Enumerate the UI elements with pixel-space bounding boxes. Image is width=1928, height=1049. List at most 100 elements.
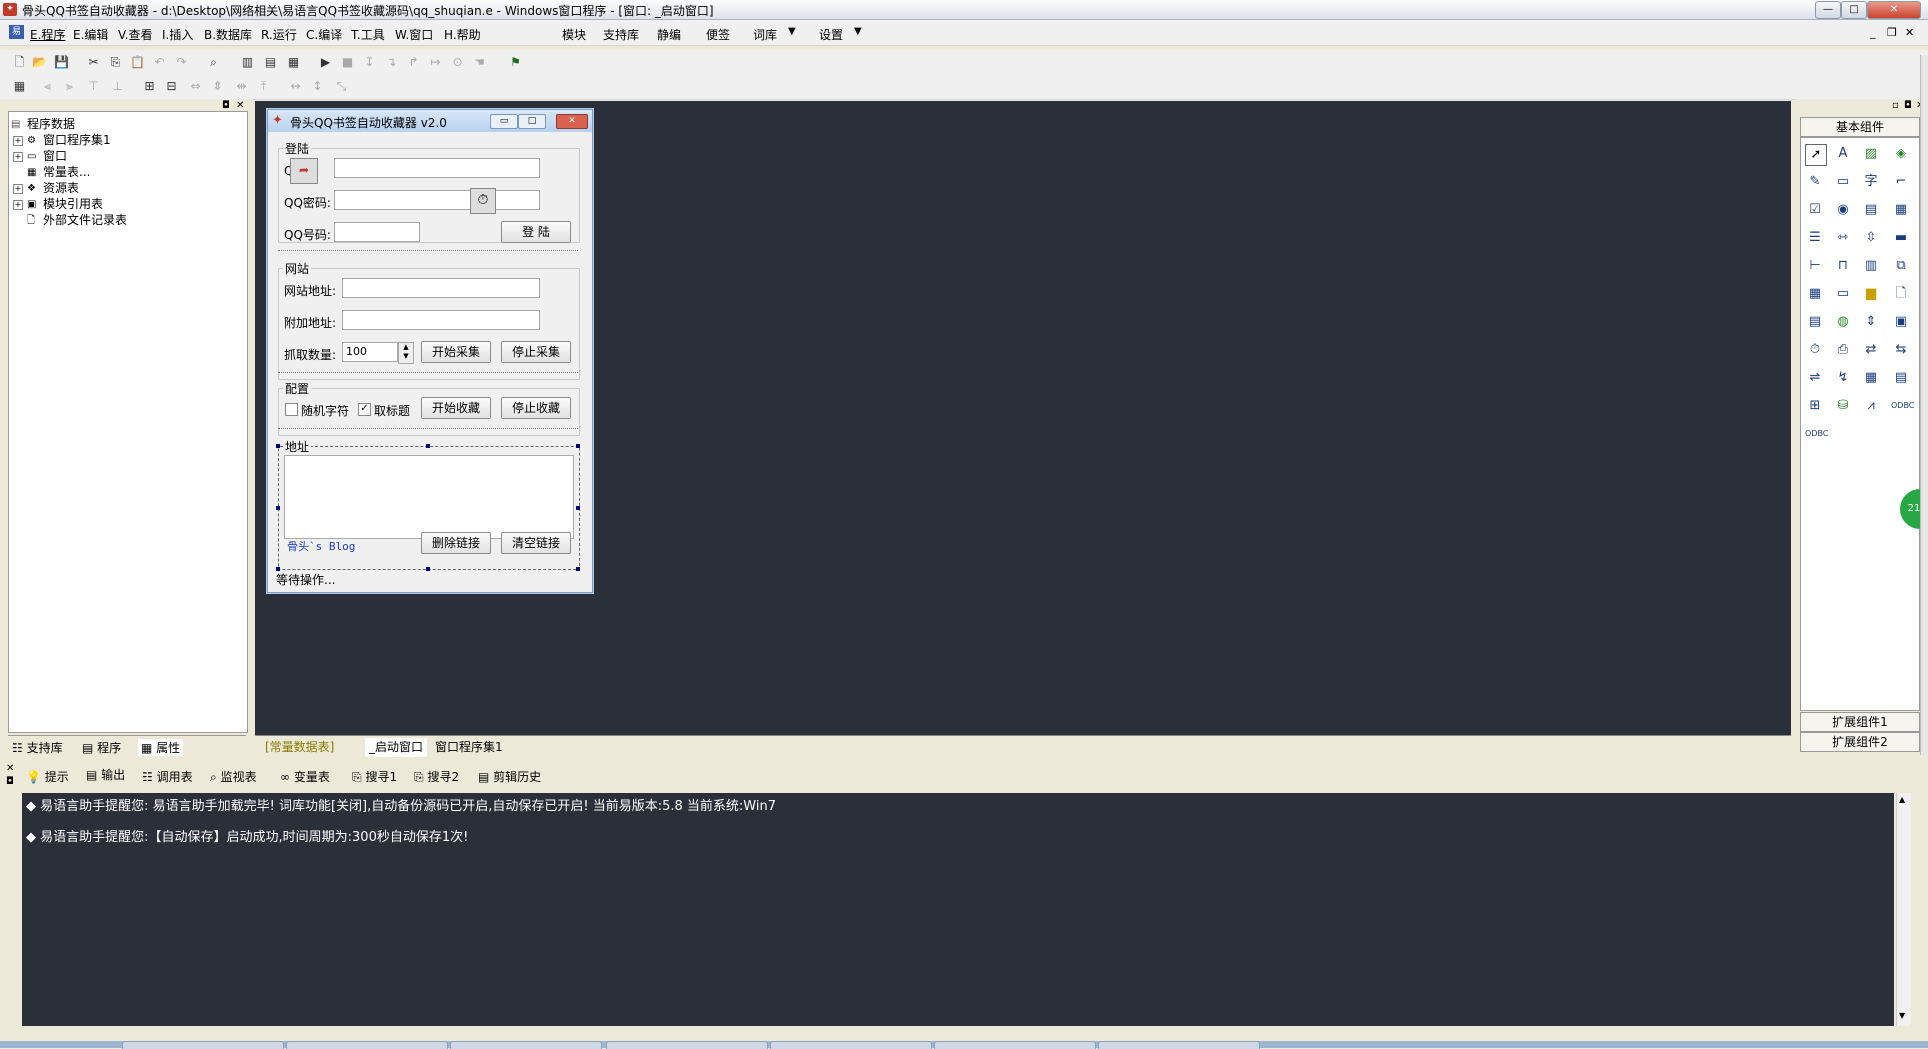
stop-collect-button[interactable]: 停止采集 bbox=[501, 341, 571, 363]
mdi-close-icon[interactable]: ✕ bbox=[1905, 26, 1914, 39]
undo-icon[interactable]: ↶ bbox=[152, 55, 167, 70]
tab-search2[interactable]: ⎘ 搜寻2 bbox=[414, 768, 459, 785]
close-button[interactable]: ✕ bbox=[1867, 1, 1921, 19]
size-both-icon[interactable]: ⤡ bbox=[334, 79, 349, 94]
grid-icon[interactable]: ▦ bbox=[12, 79, 27, 94]
scroll-up-icon[interactable]: ▲ bbox=[1899, 795, 1905, 804]
mdi-restore-icon[interactable]: ❐ bbox=[1887, 26, 1897, 39]
copy-icon[interactable]: ⎘ bbox=[108, 55, 123, 70]
layout-1-icon[interactable]: ▥ bbox=[240, 55, 255, 70]
list-icon[interactable]: ☰ bbox=[1805, 228, 1825, 248]
tree-item-resources[interactable]: + ❖ 资源表 bbox=[13, 179, 79, 196]
save-icon[interactable]: 💾 bbox=[54, 55, 69, 70]
database-icon[interactable]: ⛁ bbox=[1833, 396, 1853, 416]
count-input[interactable]: 100 bbox=[342, 342, 398, 362]
align-right-icon[interactable]: ⫸ bbox=[62, 79, 77, 94]
run-icon[interactable]: ▶ bbox=[318, 55, 333, 70]
common-dialog-icon[interactable]: ▣ bbox=[1891, 312, 1911, 332]
drive-box-icon[interactable]: ▭ bbox=[1833, 284, 1853, 304]
tab-support-lib[interactable]: ☷ 支持库 bbox=[12, 739, 63, 756]
restore-icon[interactable]: ◘ bbox=[1904, 100, 1912, 111]
hscroll-icon[interactable]: ⇿ bbox=[1833, 228, 1853, 248]
tab-clip-history[interactable]: ▤ 剪辑历史 bbox=[478, 768, 541, 785]
tab-properties[interactable]: ▦ 属性 bbox=[138, 739, 184, 756]
mdi-minimize-icon[interactable]: _ bbox=[1870, 26, 1876, 39]
edit-box-icon[interactable]: ⌐ bbox=[1891, 172, 1911, 192]
start-collect-button[interactable]: 开始采集 bbox=[421, 341, 491, 363]
menu-static-compile[interactable]: 静编 bbox=[657, 26, 681, 43]
menu-module[interactable]: 模块 bbox=[562, 26, 586, 43]
menu-lexicon[interactable]: 词库 bbox=[753, 26, 777, 43]
tab-start-window[interactable]: _启动窗口 bbox=[365, 738, 428, 757]
group-box-icon[interactable]: ▭ bbox=[1833, 172, 1853, 192]
center-h-icon[interactable]: ⊞ bbox=[142, 79, 157, 94]
toolbar-icon[interactable]: ▥ bbox=[1861, 256, 1881, 276]
pin-icon[interactable]: ◘ bbox=[6, 776, 14, 787]
step-into-icon[interactable]: ↧ bbox=[362, 55, 377, 70]
form-minimize-icon[interactable]: ▭ bbox=[490, 114, 518, 129]
data-source-icon[interactable]: ⇄ bbox=[1861, 340, 1881, 360]
port-icon[interactable]: ⊞ bbox=[1805, 396, 1825, 416]
tab-output[interactable]: ▤ 输出 bbox=[86, 766, 125, 783]
resize-handle[interactable] bbox=[276, 444, 280, 448]
menu-edit[interactable]: E.编辑 bbox=[73, 26, 108, 43]
tab-program[interactable]: ▤ 程序 bbox=[82, 739, 121, 756]
timer-icon[interactable]: ⏱ bbox=[470, 188, 496, 214]
tab-control-icon[interactable]: ⊓ bbox=[1833, 256, 1853, 276]
plugin-icon[interactable]: ⚑ bbox=[508, 55, 523, 70]
random-char-checkbox[interactable] bbox=[285, 403, 298, 416]
delete-link-button[interactable]: 删除链接 bbox=[421, 532, 491, 554]
menu-run[interactable]: R.运行 bbox=[261, 26, 297, 43]
maximize-button[interactable]: □ bbox=[1841, 1, 1867, 19]
tab-constants[interactable]: [常量数据表] bbox=[265, 738, 334, 755]
resize-handle[interactable] bbox=[576, 444, 580, 448]
doc-icon[interactable]: 易 bbox=[9, 25, 24, 39]
tab-window-assembly[interactable]: 窗口程序集1 bbox=[435, 738, 503, 755]
tree-item-modules[interactable]: + ▣ 模块引用表 bbox=[13, 195, 103, 212]
draw-box-icon[interactable]: ✎ bbox=[1805, 172, 1825, 192]
breakpoint-icon[interactable]: ⊙ bbox=[450, 55, 465, 70]
shape-icon[interactable]: ◈ bbox=[1891, 144, 1911, 164]
layout-3-icon[interactable]: ▦ bbox=[286, 55, 301, 70]
combo-icon[interactable]: ▦ bbox=[1891, 200, 1911, 220]
panel-close-icon[interactable]: ✕ bbox=[236, 100, 244, 111]
expand-icon[interactable]: + bbox=[13, 183, 23, 194]
size-w-icon[interactable]: ↔ bbox=[288, 79, 303, 94]
resize-handle[interactable] bbox=[426, 567, 430, 571]
menu-insert[interactable]: I.插入 bbox=[162, 26, 193, 43]
resize-handle[interactable] bbox=[426, 444, 430, 448]
tab-variables[interactable]: ∞ 变量表 bbox=[280, 768, 330, 785]
align-left-icon[interactable]: ⫷ bbox=[40, 79, 55, 94]
tree-root[interactable]: ▤ 程序数据 bbox=[11, 115, 75, 132]
menu-support-lib[interactable]: 支持库 bbox=[603, 26, 639, 43]
chevron-down-icon[interactable]: ▼ bbox=[854, 26, 862, 37]
url-input[interactable] bbox=[342, 278, 540, 298]
tab-call-stack[interactable]: ☷ 调用表 bbox=[142, 768, 193, 785]
resize-handle[interactable] bbox=[576, 567, 580, 571]
align-bottom-icon[interactable]: ⊥ bbox=[110, 79, 125, 94]
menu-note[interactable]: 便签 bbox=[706, 26, 730, 43]
menu-window[interactable]: W.窗口 bbox=[395, 26, 433, 43]
redo-icon[interactable]: ↷ bbox=[174, 55, 189, 70]
tree-icon[interactable]: ⧉ bbox=[1891, 256, 1911, 276]
qq-input[interactable] bbox=[334, 158, 540, 178]
run-to-cursor-icon[interactable]: ↦ bbox=[428, 55, 443, 70]
new-file-icon[interactable]: 🗋 bbox=[12, 55, 27, 70]
tree-item-external-files[interactable]: 🗋 外部文件记录表 bbox=[27, 211, 127, 228]
label-icon[interactable]: A bbox=[1833, 144, 1853, 164]
menu-view[interactable]: V.查看 bbox=[118, 26, 152, 43]
tree-item-constants[interactable]: ▦ 常量表... bbox=[27, 163, 90, 180]
space-v-icon[interactable]: ⤒ bbox=[256, 79, 271, 94]
hand-icon[interactable]: ☚ bbox=[472, 55, 487, 70]
captcha-image-icon[interactable]: ➦ bbox=[290, 158, 318, 184]
file-box-icon[interactable]: 🗋 bbox=[1891, 284, 1911, 304]
step-over-icon[interactable]: ↴ bbox=[384, 55, 399, 70]
open-folder-icon[interactable]: 📂 bbox=[32, 55, 47, 70]
tree-item-window-assembly[interactable]: + ⚙ 窗口程序集1 bbox=[13, 131, 111, 148]
expand-icon[interactable]: + bbox=[13, 135, 23, 146]
blog-link[interactable]: 骨头`s Blog bbox=[287, 538, 355, 554]
menu-compile[interactable]: C.编译 bbox=[306, 26, 342, 43]
designed-form[interactable]: ✦ 骨头QQ书签自动收藏器 v2.0 ▭ □ ✕ 登陆 Q ➦ QQ密码: ⏱ … bbox=[267, 109, 593, 593]
listbox-icon[interactable]: ▤ bbox=[1861, 200, 1881, 220]
size-h-icon[interactable]: ↕ bbox=[310, 79, 325, 94]
